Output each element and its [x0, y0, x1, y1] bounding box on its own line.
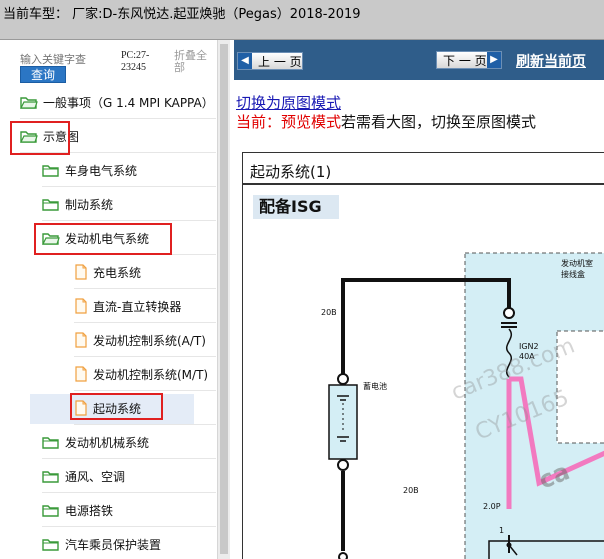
highlight-box — [70, 393, 163, 420]
document-icon — [74, 366, 88, 382]
folder-icon — [42, 436, 60, 449]
switch-original-mode-link[interactable]: 切换为原图模式 — [236, 92, 341, 113]
tree-separator — [42, 186, 216, 187]
battery-bottom-node — [337, 459, 349, 471]
tree-item[interactable]: 通风、空调 — [42, 460, 212, 492]
prev-page-label: 上 一 页 — [258, 54, 302, 69]
battery-top-node — [337, 373, 349, 385]
tree-item[interactable]: 充电系统 — [74, 256, 214, 288]
folder-icon — [42, 164, 60, 177]
current-mode-hint: 若需看大图，切换至原图模式 — [341, 113, 537, 131]
query-button[interactable]: 查询 — [20, 66, 66, 83]
prev-page-button[interactable]: ◀ 上 一 页 — [237, 52, 303, 70]
folder-icon — [42, 470, 60, 483]
tree-item[interactable]: 发动机控制系统(M/T) — [74, 358, 216, 390]
scrollbar-thumb[interactable] — [220, 44, 228, 554]
tree-item-label: 发动机控制系统(M/T) — [93, 367, 209, 382]
wiring-diagram: 起动系统(1) 配备ISG 发动机室 接线盒 20B IGN2 40A 2.0P… — [242, 152, 604, 559]
tree-item-label: 充电系统 — [93, 265, 142, 280]
tree-item-label: 汽车乘员保护装置 — [65, 537, 162, 552]
tree-item[interactable]: 制动系统 — [42, 188, 212, 220]
tree-separator — [20, 118, 216, 119]
search-input[interactable] — [20, 52, 118, 67]
pc-code-text: PC:27- 23245 — [121, 50, 150, 73]
tree-item[interactable]: 发动机机械系统 — [42, 426, 212, 458]
battery-label: 蓄电池 — [363, 381, 387, 391]
tree-item-label: 发动机机械系统 — [65, 435, 150, 450]
tree-separator — [42, 220, 216, 221]
page-nav-bar: ◀ 上 一 页 下 一 页 ▶ 刷新当前页 — [234, 40, 604, 80]
tree-separator — [74, 356, 216, 357]
next-page-button[interactable]: 下 一 页 ▶ — [436, 51, 502, 69]
title-bar: 当前车型： 厂家:D-东风悦达.起亚焕驰（Pegas）2018-2019 — [0, 0, 604, 40]
folder-icon — [42, 198, 60, 211]
tree-item[interactable]: 车身电气系统 — [42, 154, 212, 186]
wire-20b-label-mid: 20B — [403, 486, 419, 495]
document-icon — [74, 264, 88, 280]
connector-node — [503, 307, 515, 319]
tree-item-label: 直流-直立转换器 — [93, 299, 182, 314]
tree-separator — [42, 526, 216, 527]
tree-item-label: 电源搭铁 — [65, 503, 114, 518]
tree-item[interactable]: 汽车乘员保护装置 — [42, 528, 212, 559]
tree-separator — [74, 424, 216, 425]
tree-item[interactable]: 电源搭铁 — [42, 494, 212, 526]
diagram-drawing: 发动机室 接线盒 20B IGN2 40A 2.0P 1 蓄电池 20B car… — [321, 252, 604, 559]
junction-box-label-2: 接线盒 — [561, 269, 585, 279]
tree-item-label: 发动机控制系统(A/T) — [93, 333, 206, 348]
tree-item-label: 一般事项（G 1.4 MPI KAPPA） — [43, 95, 214, 110]
highlight-box — [34, 223, 172, 255]
document-icon — [74, 298, 88, 314]
current-model-text: 当前车型： 厂家:D-东风悦达.起亚焕驰（Pegas）2018-2019 — [3, 7, 361, 22]
folder-icon — [42, 504, 60, 517]
ground-node — [338, 552, 348, 559]
current-mode-line: 当前：预览模式若需看大图，切换至原图模式 — [236, 111, 536, 132]
tree-item-label: 制动系统 — [65, 197, 114, 212]
folder-icon — [42, 538, 60, 551]
tree-item-label: 车身电气系统 — [65, 163, 138, 178]
tree-separator — [74, 322, 216, 323]
wire-2op-label: 2.0P — [483, 502, 501, 511]
left-tree-panel: 查询 PC:27- 23245 折叠全 部 一般事项（G 1.4 MPI KAP… — [0, 40, 230, 559]
tree-separator — [74, 288, 216, 289]
highlight-box — [10, 121, 70, 155]
arrow-left-icon: ◀ — [238, 53, 252, 69]
current-mode-label: 当前：预览模式 — [236, 113, 342, 131]
left-scrollbar[interactable] — [217, 40, 230, 559]
content-panel: ◀ 上 一 页 下 一 页 ▶ 刷新当前页 切换为原图模式 当前：预览模式若需看… — [234, 40, 604, 559]
arrow-right-icon: ▶ — [487, 52, 501, 68]
tree-item[interactable]: 直流-直立转换器 — [74, 290, 214, 322]
tree-separator — [42, 492, 216, 493]
tree-separator — [42, 458, 216, 459]
wire-20b-label-top: 20B — [321, 308, 337, 317]
document-icon — [74, 332, 88, 348]
junction-box-label-1: 发动机室 — [561, 258, 593, 268]
tree-item-label: 通风、空调 — [65, 469, 126, 484]
pin-1-label: 1 — [499, 526, 504, 535]
folder-open-icon — [20, 96, 38, 109]
tree-item[interactable]: 一般事项（G 1.4 MPI KAPPA） — [20, 86, 220, 118]
next-page-label: 下 一 页 — [443, 53, 487, 68]
tree-separator — [74, 390, 216, 391]
refresh-page-link[interactable]: 刷新当前页 — [516, 51, 586, 71]
tree-item[interactable]: 发动机控制系统(A/T) — [74, 324, 216, 356]
fold-all-link[interactable]: 折叠全 部 — [174, 50, 212, 74]
relay-box — [488, 540, 604, 559]
